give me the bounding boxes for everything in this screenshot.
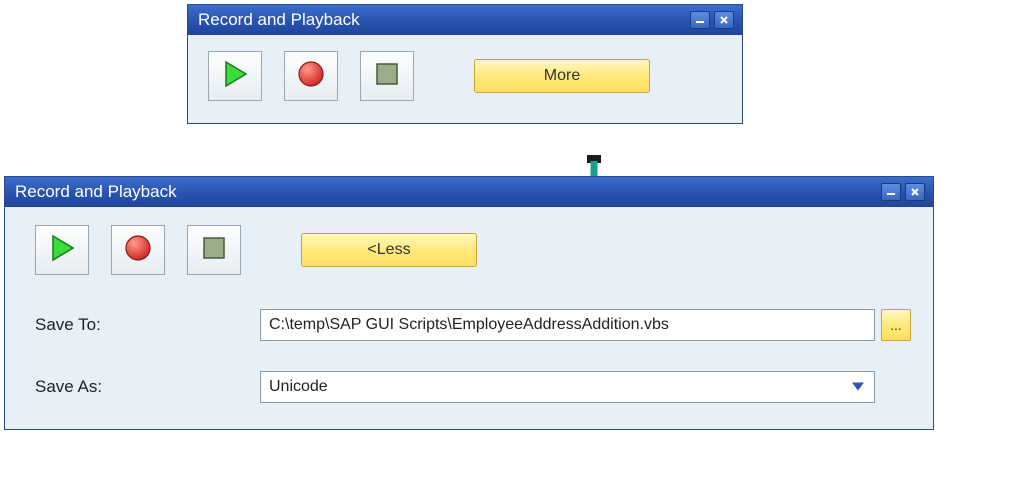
stop-icon [202,236,226,264]
stop-icon [375,62,399,90]
play-button[interactable] [35,225,89,275]
stop-button[interactable] [360,51,414,101]
save-to-input[interactable] [260,309,875,341]
window-title: Record and Playback [198,10,360,30]
minimize-button[interactable] [881,183,901,201]
browse-button[interactable]: ... [881,309,911,341]
stop-button[interactable] [187,225,241,275]
record-playback-window-expanded: Record and Playback [4,176,934,430]
save-to-row: Save To: ... [35,309,911,341]
less-button[interactable]: <Less [301,233,477,267]
window-body: More [188,35,742,123]
close-button[interactable] [714,11,734,29]
record-button[interactable] [284,51,338,101]
browse-button-label: ... [890,317,902,333]
less-button-label: <Less [367,241,410,259]
save-as-row: Save As: Unicode [35,371,911,403]
record-icon [297,60,325,92]
window-title: Record and Playback [15,182,177,202]
toolbar: More [208,51,722,101]
toolbar: <Less [35,225,911,275]
titlebar[interactable]: Record and Playback [5,177,933,207]
chevron-down-icon [851,379,865,396]
titlebar[interactable]: Record and Playback [188,5,742,35]
minimize-button[interactable] [690,11,710,29]
save-to-label: Save To: [35,315,260,335]
more-button[interactable]: More [474,59,650,93]
window-body: <Less Save To: ... Save As: Unicode [5,207,933,429]
save-as-label: Save As: [35,377,260,397]
record-playback-window-collapsed: Record and Playback [187,4,743,124]
more-button-label: More [544,67,580,85]
play-icon [222,60,248,92]
record-icon [124,234,152,266]
save-as-value: Unicode [269,378,328,396]
close-button[interactable] [905,183,925,201]
save-as-select[interactable]: Unicode [260,371,875,403]
play-icon [49,234,75,266]
play-button[interactable] [208,51,262,101]
record-button[interactable] [111,225,165,275]
